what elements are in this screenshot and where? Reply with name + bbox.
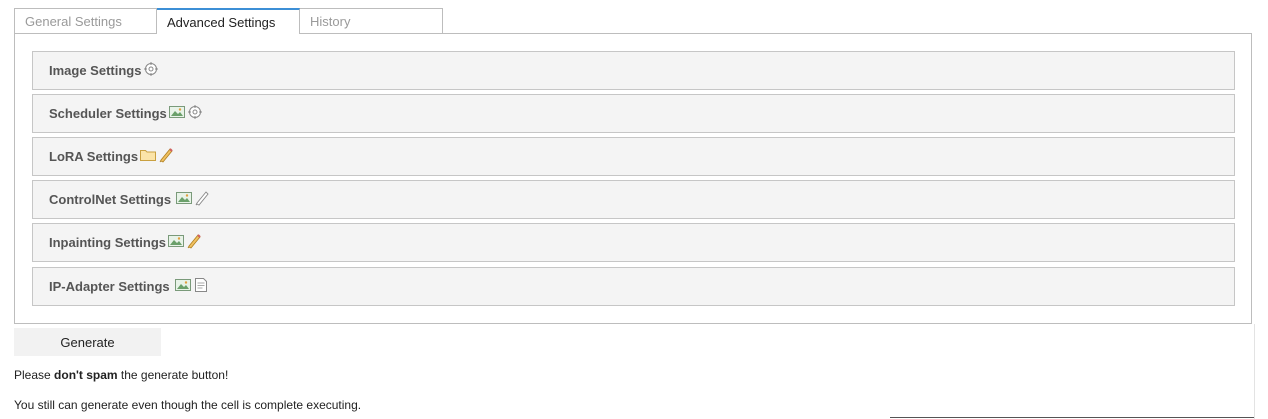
spam-warning-prefix: Please — [14, 368, 55, 382]
image-icon — [168, 105, 185, 122]
info-text: You still can generate even though the c… — [14, 398, 362, 412]
image-icon — [168, 234, 184, 251]
tab-advanced-settings[interactable]: Advanced Settings — [157, 8, 300, 34]
tab-general-settings[interactable]: General Settings — [14, 8, 157, 33]
pencil-icon — [194, 190, 210, 209]
section-label: Scheduler Settings — [49, 106, 167, 121]
settings-tabbar: General Settings Advanced Settings Histo… — [14, 8, 443, 34]
document-icon — [193, 277, 209, 296]
section-label: Image Settings — [49, 63, 142, 78]
section-inpainting-settings[interactable]: Inpainting Settings — [32, 223, 1235, 262]
section-label: LoRA Settings — [49, 149, 139, 164]
section-lora-settings[interactable]: LoRA Settings — [32, 137, 1235, 176]
divider — [890, 417, 1254, 418]
spam-warning-suffix: the generate button! — [117, 368, 229, 382]
pencil-icon — [158, 147, 174, 166]
section-ip-adapter-settings[interactable]: IP-Adapter Settings — [32, 267, 1235, 306]
image-icon — [176, 191, 193, 208]
advanced-settings-panel: Image Settings Scheduler Settings LoRA S… — [14, 33, 1252, 324]
image-icon — [174, 278, 191, 295]
spam-warning: Please don't spam the generate button! — [14, 368, 228, 382]
section-image-settings[interactable]: Image Settings — [32, 51, 1235, 90]
gear-icon — [187, 104, 203, 123]
folder-icon — [140, 148, 157, 165]
spam-warning-bold: don't spam — [54, 368, 118, 382]
section-label: ControlNet Settings — [49, 192, 172, 207]
gear-icon — [143, 61, 159, 80]
divider — [1254, 324, 1255, 419]
generate-button[interactable]: Generate — [14, 328, 161, 356]
pencil-icon — [186, 233, 202, 252]
section-label: Inpainting Settings — [49, 235, 166, 250]
tab-history[interactable]: History — [300, 8, 443, 33]
section-scheduler-settings[interactable]: Scheduler Settings — [32, 94, 1235, 133]
section-controlnet-settings[interactable]: ControlNet Settings — [32, 180, 1235, 219]
section-label: IP-Adapter Settings — [49, 279, 170, 294]
